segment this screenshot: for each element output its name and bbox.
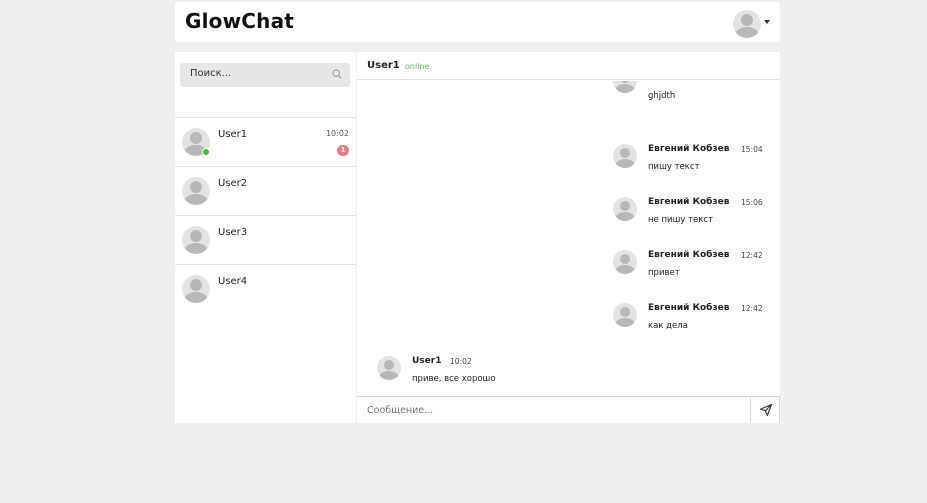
message-text: не пишу текст: [648, 215, 714, 225]
contact-item-user4[interactable]: User4: [175, 264, 356, 313]
message-list[interactable]: ghjdth Евгений Кобзев 15:04 пишу текст Е…: [357, 81, 780, 395]
contact-item-user2[interactable]: User2: [175, 166, 356, 215]
contacts-sidebar: Поиск... User1 10:02 1 User2 User3 User4: [175, 52, 356, 423]
message-author: Евгений Кобзев: [648, 197, 730, 207]
unread-badge: 1: [337, 145, 349, 156]
message-text: приве, все хорошо: [412, 374, 496, 384]
message-author: User1: [412, 356, 442, 366]
contact-item-user1[interactable]: User1 10:02 1: [175, 117, 356, 166]
avatar: [613, 303, 637, 327]
contact-name: User4: [218, 276, 248, 287]
avatar: [613, 144, 637, 168]
message-author: Евгений Кобзев: [648, 250, 730, 260]
message-item: Евгений Кобзев 15:06 не пишу текст: [613, 197, 773, 237]
message-text: ghjdth: [648, 91, 676, 101]
chat-header: User1 online: [357, 52, 780, 80]
avatar: [613, 81, 637, 93]
search-icon[interactable]: [332, 69, 342, 79]
avatar: [182, 177, 210, 205]
avatar: [613, 197, 637, 221]
message-item: ghjdth: [613, 81, 773, 109]
message-time: 15:04: [741, 145, 763, 154]
avatar: [182, 226, 210, 254]
send-button[interactable]: [750, 397, 780, 423]
avatar: [182, 275, 210, 303]
message-item: Евгений Кобзев 12:42 привет: [613, 250, 773, 290]
message-time: 15:06: [741, 198, 763, 207]
message-text: как дела: [648, 321, 688, 331]
search-box[interactable]: Поиск...: [180, 63, 350, 87]
message-item: User1 10:02 приве, все хорошо: [377, 356, 537, 395]
message-time: 12:42: [741, 251, 763, 260]
contact-time: 10:02: [325, 129, 349, 138]
message-author: Евгений Кобзев: [648, 144, 730, 154]
contact-name: User2: [218, 178, 248, 189]
chat-title: User1: [367, 60, 400, 71]
chat-status: online: [405, 62, 430, 71]
message-time: 12:42: [741, 304, 763, 313]
message-input[interactable]: [357, 397, 750, 423]
message-text: пишу текст: [648, 162, 700, 172]
message-author: Евгений Кобзев: [648, 303, 730, 313]
contact-item-user3[interactable]: User3: [175, 215, 356, 264]
contact-name: User1: [218, 129, 248, 140]
brand-logo: GlowChat: [185, 9, 295, 33]
search-input[interactable]: Поиск...: [190, 68, 231, 79]
contact-name: User3: [218, 227, 248, 238]
chat-panel: User1 online ghjdth Евгений Кобзев 15:04…: [357, 52, 780, 423]
message-composer: [357, 396, 780, 423]
top-bar: GlowChat: [175, 2, 780, 42]
message-item: Евгений Кобзев 15:04 пишу текст: [613, 144, 773, 184]
chevron-down-icon[interactable]: [764, 20, 770, 24]
user-avatar[interactable]: [733, 10, 761, 38]
paper-plane-icon: [759, 403, 773, 417]
avatar: [377, 356, 401, 380]
avatar: [613, 250, 637, 274]
message-text: привет: [648, 268, 680, 278]
online-indicator: [202, 148, 210, 156]
message-time: 10:02: [450, 357, 472, 366]
message-item: Евгений Кобзев 12:42 как дела: [613, 303, 773, 343]
